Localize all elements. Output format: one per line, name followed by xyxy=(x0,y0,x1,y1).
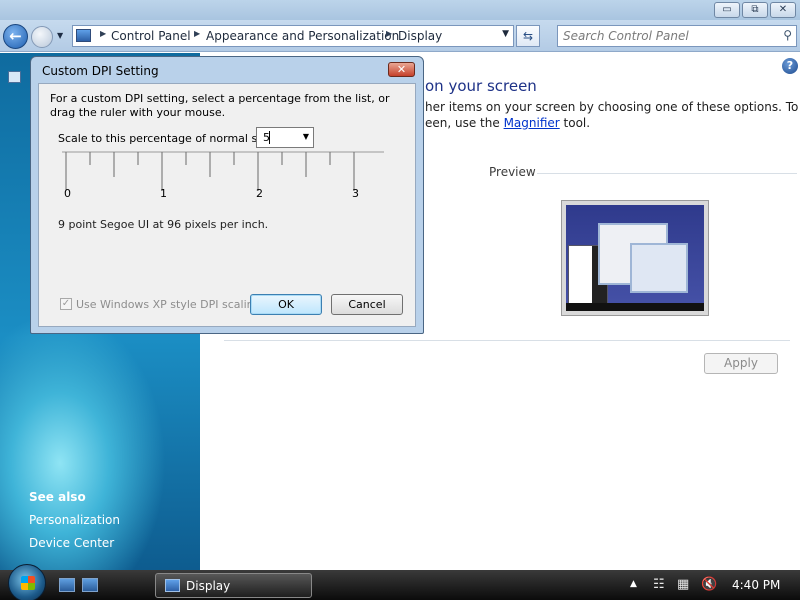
search-box[interactable]: Search Control Panel ⚲ xyxy=(557,25,797,47)
network-icon[interactable]: ☷ xyxy=(653,577,665,592)
dialog-instruction: For a custom DPI setting, select a perce… xyxy=(50,92,390,105)
control-panel-home-icon[interactable] xyxy=(8,71,21,83)
apply-button[interactable]: Apply xyxy=(704,353,778,374)
device-center-link[interactable]: Device Center xyxy=(29,536,114,550)
cancel-button[interactable]: Cancel xyxy=(331,294,403,315)
chevron-down-icon[interactable]: ▼ xyxy=(303,132,309,141)
start-button[interactable] xyxy=(8,564,46,600)
search-input[interactable]: Search Control Panel xyxy=(563,29,689,43)
close-button[interactable]: ✕ xyxy=(770,2,796,18)
ruler-label-2: 2 xyxy=(256,187,263,200)
dialog-close-button[interactable]: ✕ xyxy=(388,62,415,77)
address-dropdown-icon[interactable]: ▼ xyxy=(502,29,509,39)
description-text-part: een, use the xyxy=(425,116,504,130)
see-also-heading: See also xyxy=(29,490,86,504)
description-text-line2: een, use the Magnifier tool. xyxy=(425,116,590,130)
breadcrumb-appearance[interactable]: Appearance and Personalization xyxy=(206,29,399,43)
breadcrumb-display[interactable]: Display xyxy=(398,29,442,43)
switch-windows-icon[interactable] xyxy=(82,578,98,592)
magnifier-link[interactable]: Magnifier xyxy=(504,116,560,130)
scale-percentage-combobox[interactable]: 5 ▼ xyxy=(256,127,314,148)
preview-desktop xyxy=(566,205,704,311)
ok-button[interactable]: OK xyxy=(250,294,322,315)
search-icon[interactable]: ⚲ xyxy=(783,28,792,42)
breadcrumb-separator-icon[interactable]: ▶ xyxy=(100,29,106,38)
scale-label: Scale to this percentage of normal size: xyxy=(58,132,277,145)
breadcrumb-separator-icon[interactable]: ▶ xyxy=(194,29,200,38)
preview-image xyxy=(561,200,709,316)
preview-label: Preview xyxy=(489,165,536,179)
help-icon[interactable]: ? xyxy=(782,58,798,74)
description-text-part: tool. xyxy=(559,116,591,130)
breadcrumb-separator-icon[interactable]: ▶ xyxy=(386,29,392,38)
xp-dpi-scaling-checkbox[interactable]: ✓ xyxy=(60,298,72,310)
page-title: on your screen xyxy=(425,77,537,95)
windows-logo-icon xyxy=(21,576,35,590)
taskbar-button-display[interactable]: Display xyxy=(155,573,312,598)
content-divider xyxy=(224,340,790,341)
dialog-instruction-line2: drag the ruler with your mouse. xyxy=(50,106,226,119)
custom-dpi-dialog: Custom DPI Setting ✕ For a custom DPI se… xyxy=(30,56,424,334)
minimize-button[interactable]: ▭ xyxy=(714,2,740,18)
taskbar: Display ▲ ☷ ▦ 🔇 4:40 PM xyxy=(0,564,800,600)
preview-window xyxy=(630,243,688,293)
dpi-sample-text: 9 point Segoe UI at 96 pixels per inch. xyxy=(58,218,269,231)
ruler-label-3: 3 xyxy=(352,187,359,200)
clock[interactable]: 4:40 PM xyxy=(732,578,780,592)
xp-dpi-scaling-label: Use Windows XP style DPI scaling xyxy=(76,298,261,311)
ruler-label-1: 1 xyxy=(160,187,167,200)
window-titlebar: ▭ ⧉ ✕ xyxy=(0,0,800,22)
maximize-button[interactable]: ⧉ xyxy=(742,2,768,18)
recent-pages-dropdown-icon[interactable]: ▼ xyxy=(57,31,63,40)
refresh-button[interactable]: ⇆ xyxy=(516,25,540,47)
ruler-label-0: 0 xyxy=(64,187,71,200)
dialog-title: Custom DPI Setting xyxy=(42,64,159,78)
back-button[interactable]: ← xyxy=(3,24,28,49)
display-icon xyxy=(165,579,180,592)
breadcrumb-control-panel[interactable]: Control Panel xyxy=(111,29,191,43)
text-caret xyxy=(269,131,270,144)
preview-taskbar xyxy=(566,303,704,311)
show-desktop-icon[interactable] xyxy=(59,578,75,592)
description-text: her items on your screen by choosing one… xyxy=(425,100,799,114)
power-icon[interactable]: ▦ xyxy=(677,577,689,592)
show-hidden-icons-icon[interactable]: ▲ xyxy=(630,579,637,589)
personalization-link[interactable]: Personalization xyxy=(29,513,120,527)
volume-muted-icon[interactable]: 🔇 xyxy=(701,577,717,592)
preview-divider xyxy=(537,173,797,174)
dpi-ruler[interactable]: 0 1 2 3 xyxy=(62,151,384,207)
control-panel-icon xyxy=(76,29,91,42)
navigation-bar: ← ▼ ▶ Control Panel ▶ Appearance and Per… xyxy=(0,20,800,52)
forward-button[interactable] xyxy=(31,26,53,48)
address-bar[interactable]: ▶ Control Panel ▶ Appearance and Persona… xyxy=(72,25,514,47)
taskbar-button-label: Display xyxy=(186,579,231,593)
